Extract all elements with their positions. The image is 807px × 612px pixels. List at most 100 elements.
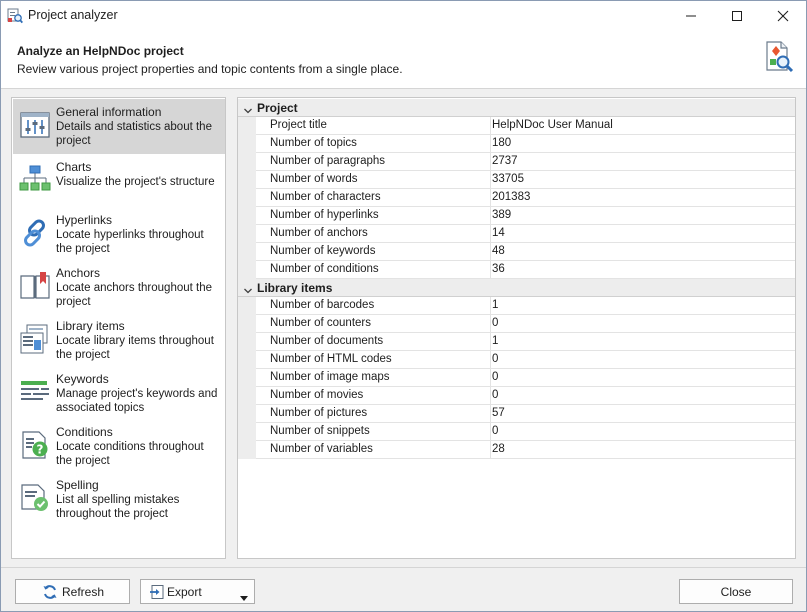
minimize-button[interactable] [668,1,714,31]
chevron-down-icon[interactable] [244,284,252,294]
property-name: Number of characters [256,189,491,207]
property-value[interactable]: 1 [491,333,795,351]
property-value[interactable]: 36 [491,261,795,279]
spelling-check-icon [19,482,51,514]
close-window-button[interactable] [760,1,806,31]
property-name: Project title [256,117,491,135]
export-button-label: Export [167,585,202,599]
group-header-library-items[interactable]: Library items [238,279,795,297]
nav-item-title: Library items [56,319,125,333]
nav-item-title: Hyperlinks [56,213,113,227]
property-value[interactable]: 2737 [491,153,795,171]
analyzer-navigation: General information Details and statisti… [11,97,226,559]
dialog-header: Analyze an HelpNDoc project Review vario… [1,31,806,89]
nav-item-title: Conditions [56,425,113,439]
nav-item-description: Locate anchors throughout the project [56,282,213,308]
property-row[interactable]: Number of HTML codes 0 [238,351,795,369]
property-row[interactable]: Project title HelpNDoc User Manual [238,117,795,135]
nav-item-description: Visualize the project's structure [56,176,215,188]
svg-text:?: ? [37,443,44,457]
property-value[interactable]: HelpNDoc User Manual [491,117,795,135]
library-items-icon [19,323,51,355]
export-dropdown-button[interactable]: Export [140,579,255,604]
nav-item-library-items[interactable]: Library items Locate library items throu… [13,313,225,368]
property-row[interactable]: Number of movies 0 [238,387,795,405]
nav-item-description: Locate hyperlinks throughout the project [56,229,204,255]
property-name: Number of hyperlinks [256,207,491,225]
nav-item-description: Locate library items throughout the proj… [56,335,214,361]
property-row[interactable]: Number of image maps 0 [238,369,795,387]
nav-item-hyperlinks[interactable]: Hyperlinks Locate hyperlinks throughout … [13,207,225,262]
nav-item-keywords[interactable]: Keywords Manage project's keywords and a… [13,366,225,421]
title-bar: Project analyzer [1,1,806,31]
property-name: Number of anchors [256,225,491,243]
property-row[interactable]: Number of keywords 48 [238,243,795,261]
close-button-label: Close [720,585,752,599]
property-value[interactable]: 0 [491,315,795,333]
nav-item-description: Manage project's keywords and associated… [56,388,218,414]
property-value[interactable]: 1 [491,297,795,315]
property-name: Number of keywords [256,243,491,261]
dropdown-arrow-icon[interactable] [240,590,248,601]
nav-item-description: List all spelling mistakes throughout th… [56,494,180,520]
property-row[interactable]: Number of barcodes 1 [238,297,795,315]
nav-item-spelling[interactable]: Spelling List all spelling mistakes thro… [13,472,225,527]
group-label: Project [257,101,298,115]
group-label: Library items [257,281,333,295]
chevron-down-icon[interactable] [244,104,252,114]
property-value[interactable]: 0 [491,423,795,441]
chain-link-icon [19,217,51,249]
property-value[interactable]: 0 [491,351,795,369]
property-row[interactable]: Number of anchors 14 [238,225,795,243]
maximize-button[interactable] [714,1,760,31]
property-value[interactable]: 28 [491,441,795,459]
property-row[interactable]: Number of conditions 36 [238,261,795,279]
property-name: Number of words [256,171,491,189]
nav-item-anchors[interactable]: Anchors Locate anchors throughout the pr… [13,260,225,315]
export-icon [149,584,165,600]
property-value[interactable]: 180 [491,135,795,153]
property-value[interactable]: 48 [491,243,795,261]
property-row[interactable]: Number of words 33705 [238,171,795,189]
window-title: Project analyzer [28,8,118,22]
property-row[interactable]: Number of hyperlinks 389 [238,207,795,225]
close-button[interactable]: Close [679,579,793,604]
nav-item-charts[interactable]: Charts Visualize the project's structure [13,154,225,209]
header-subtitle: Review various project properties and to… [17,62,403,76]
refresh-button[interactable]: Refresh [15,579,130,604]
property-value[interactable]: 33705 [491,171,795,189]
property-row[interactable]: Number of topics 180 [238,135,795,153]
property-value[interactable]: 14 [491,225,795,243]
property-value[interactable]: 57 [491,405,795,423]
property-value[interactable]: 0 [491,369,795,387]
property-name: Number of topics [256,135,491,153]
property-row[interactable]: Number of characters 201383 [238,189,795,207]
nav-item-title: Keywords [56,372,109,386]
property-value[interactable]: 389 [491,207,795,225]
group-header-project[interactable]: Project [238,99,795,117]
property-row[interactable]: Number of paragraphs 2737 [238,153,795,171]
nav-item-title: Charts [56,160,92,174]
bookmark-book-icon [19,270,51,302]
property-name: Number of documents [256,333,491,351]
property-row[interactable]: Number of counters 0 [238,315,795,333]
property-grid: Project Project title HelpNDoc User Manu… [237,97,796,559]
property-value[interactable]: 201383 [491,189,795,207]
nav-item-title: Spelling [56,478,99,492]
property-value[interactable]: 0 [491,387,795,405]
property-name: Number of barcodes [256,297,491,315]
nav-item-description: Details and statistics about the project [56,121,212,147]
project-analyzer-window: Project analyzer Analyze an HelpNDoc pro… [0,0,807,612]
property-row[interactable]: Number of documents 1 [238,333,795,351]
nav-item-description: Locate conditions throughout the project [56,441,204,467]
nav-item-general-information[interactable]: General information Details and statisti… [13,99,225,154]
sliders-icon [19,109,51,141]
property-row[interactable]: Number of snippets 0 [238,423,795,441]
project-analyzer-app-icon [7,8,23,24]
property-name: Number of pictures [256,405,491,423]
property-name: Number of conditions [256,261,491,279]
nav-item-conditions[interactable]: ? Conditions Locate conditions throughou… [13,419,225,474]
property-row[interactable]: Number of variables 28 [238,441,795,459]
property-row[interactable]: Number of pictures 57 [238,405,795,423]
property-name: Number of image maps [256,369,491,387]
